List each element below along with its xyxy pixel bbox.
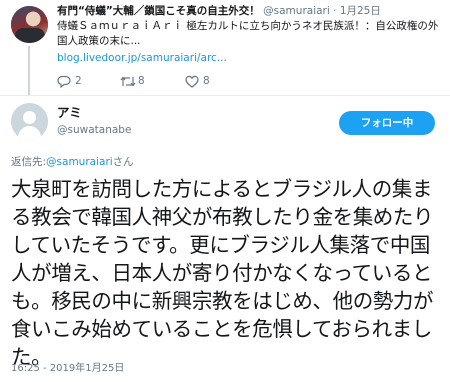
default-avatar-head xyxy=(23,111,36,124)
reply-icon xyxy=(57,75,71,88)
header-separator: · xyxy=(333,5,337,17)
retweet-count: 8 xyxy=(138,75,145,87)
parent-tweet-actions: 2 8 8 xyxy=(57,74,357,88)
parent-avatar[interactable] xyxy=(11,6,48,43)
reply-to-handle[interactable]: @samuraiari xyxy=(46,156,113,168)
parent-tweet-header: 有門“侍蟻”大輔／鎖国こそ真の自主外交！ @samuraiari · 1月25日 xyxy=(57,4,447,18)
reply-prefix: 返信先: xyxy=(11,156,47,168)
retweet-icon xyxy=(120,76,136,87)
reply-suffix: さん xyxy=(112,156,134,168)
tweet-timestamp[interactable]: 16:25 - 2019年1月25日 xyxy=(11,362,124,375)
parent-tweet-link[interactable]: blog.livedoor.jp/samuraiari/arc... xyxy=(57,51,227,65)
avatar-shoulders xyxy=(15,28,45,43)
following-button[interactable]: フォロー中 xyxy=(339,111,435,135)
user-handle[interactable]: @suwatanabe xyxy=(57,123,131,137)
user-avatar[interactable] xyxy=(11,103,48,140)
reply-count: 2 xyxy=(75,75,82,87)
tweet-text: 大泉町を訪問した方によるとブラジル人の集まる教会で韓国人神父が布教したり金を集め… xyxy=(11,177,434,369)
user-display-name[interactable]: アミ xyxy=(57,105,82,121)
default-avatar-body xyxy=(18,126,41,140)
replying-to: 返信先:@samuraiariさん xyxy=(11,155,134,169)
heart-icon xyxy=(185,75,199,88)
parent-date[interactable]: 1月25日 xyxy=(340,5,381,17)
parent-display-name[interactable]: 有門“侍蟻”大輔／鎖国こそ真の自主外交！ xyxy=(57,5,260,17)
divider xyxy=(0,95,450,96)
parent-handle[interactable]: @samuraiari xyxy=(263,5,330,17)
parent-tweet-text: 侍蟻ＳａｍｕｒａｉＡｒｉ 極左カルトに立ち向かうネオ民族派！：自公政権の外国人政… xyxy=(57,20,439,47)
parent-tweet[interactable]: 有門“侍蟻”大輔／鎖国こそ真の自主外交！ @samuraiari · 1月25日… xyxy=(0,0,450,96)
like-count: 8 xyxy=(203,75,210,87)
thread-line xyxy=(28,46,30,96)
